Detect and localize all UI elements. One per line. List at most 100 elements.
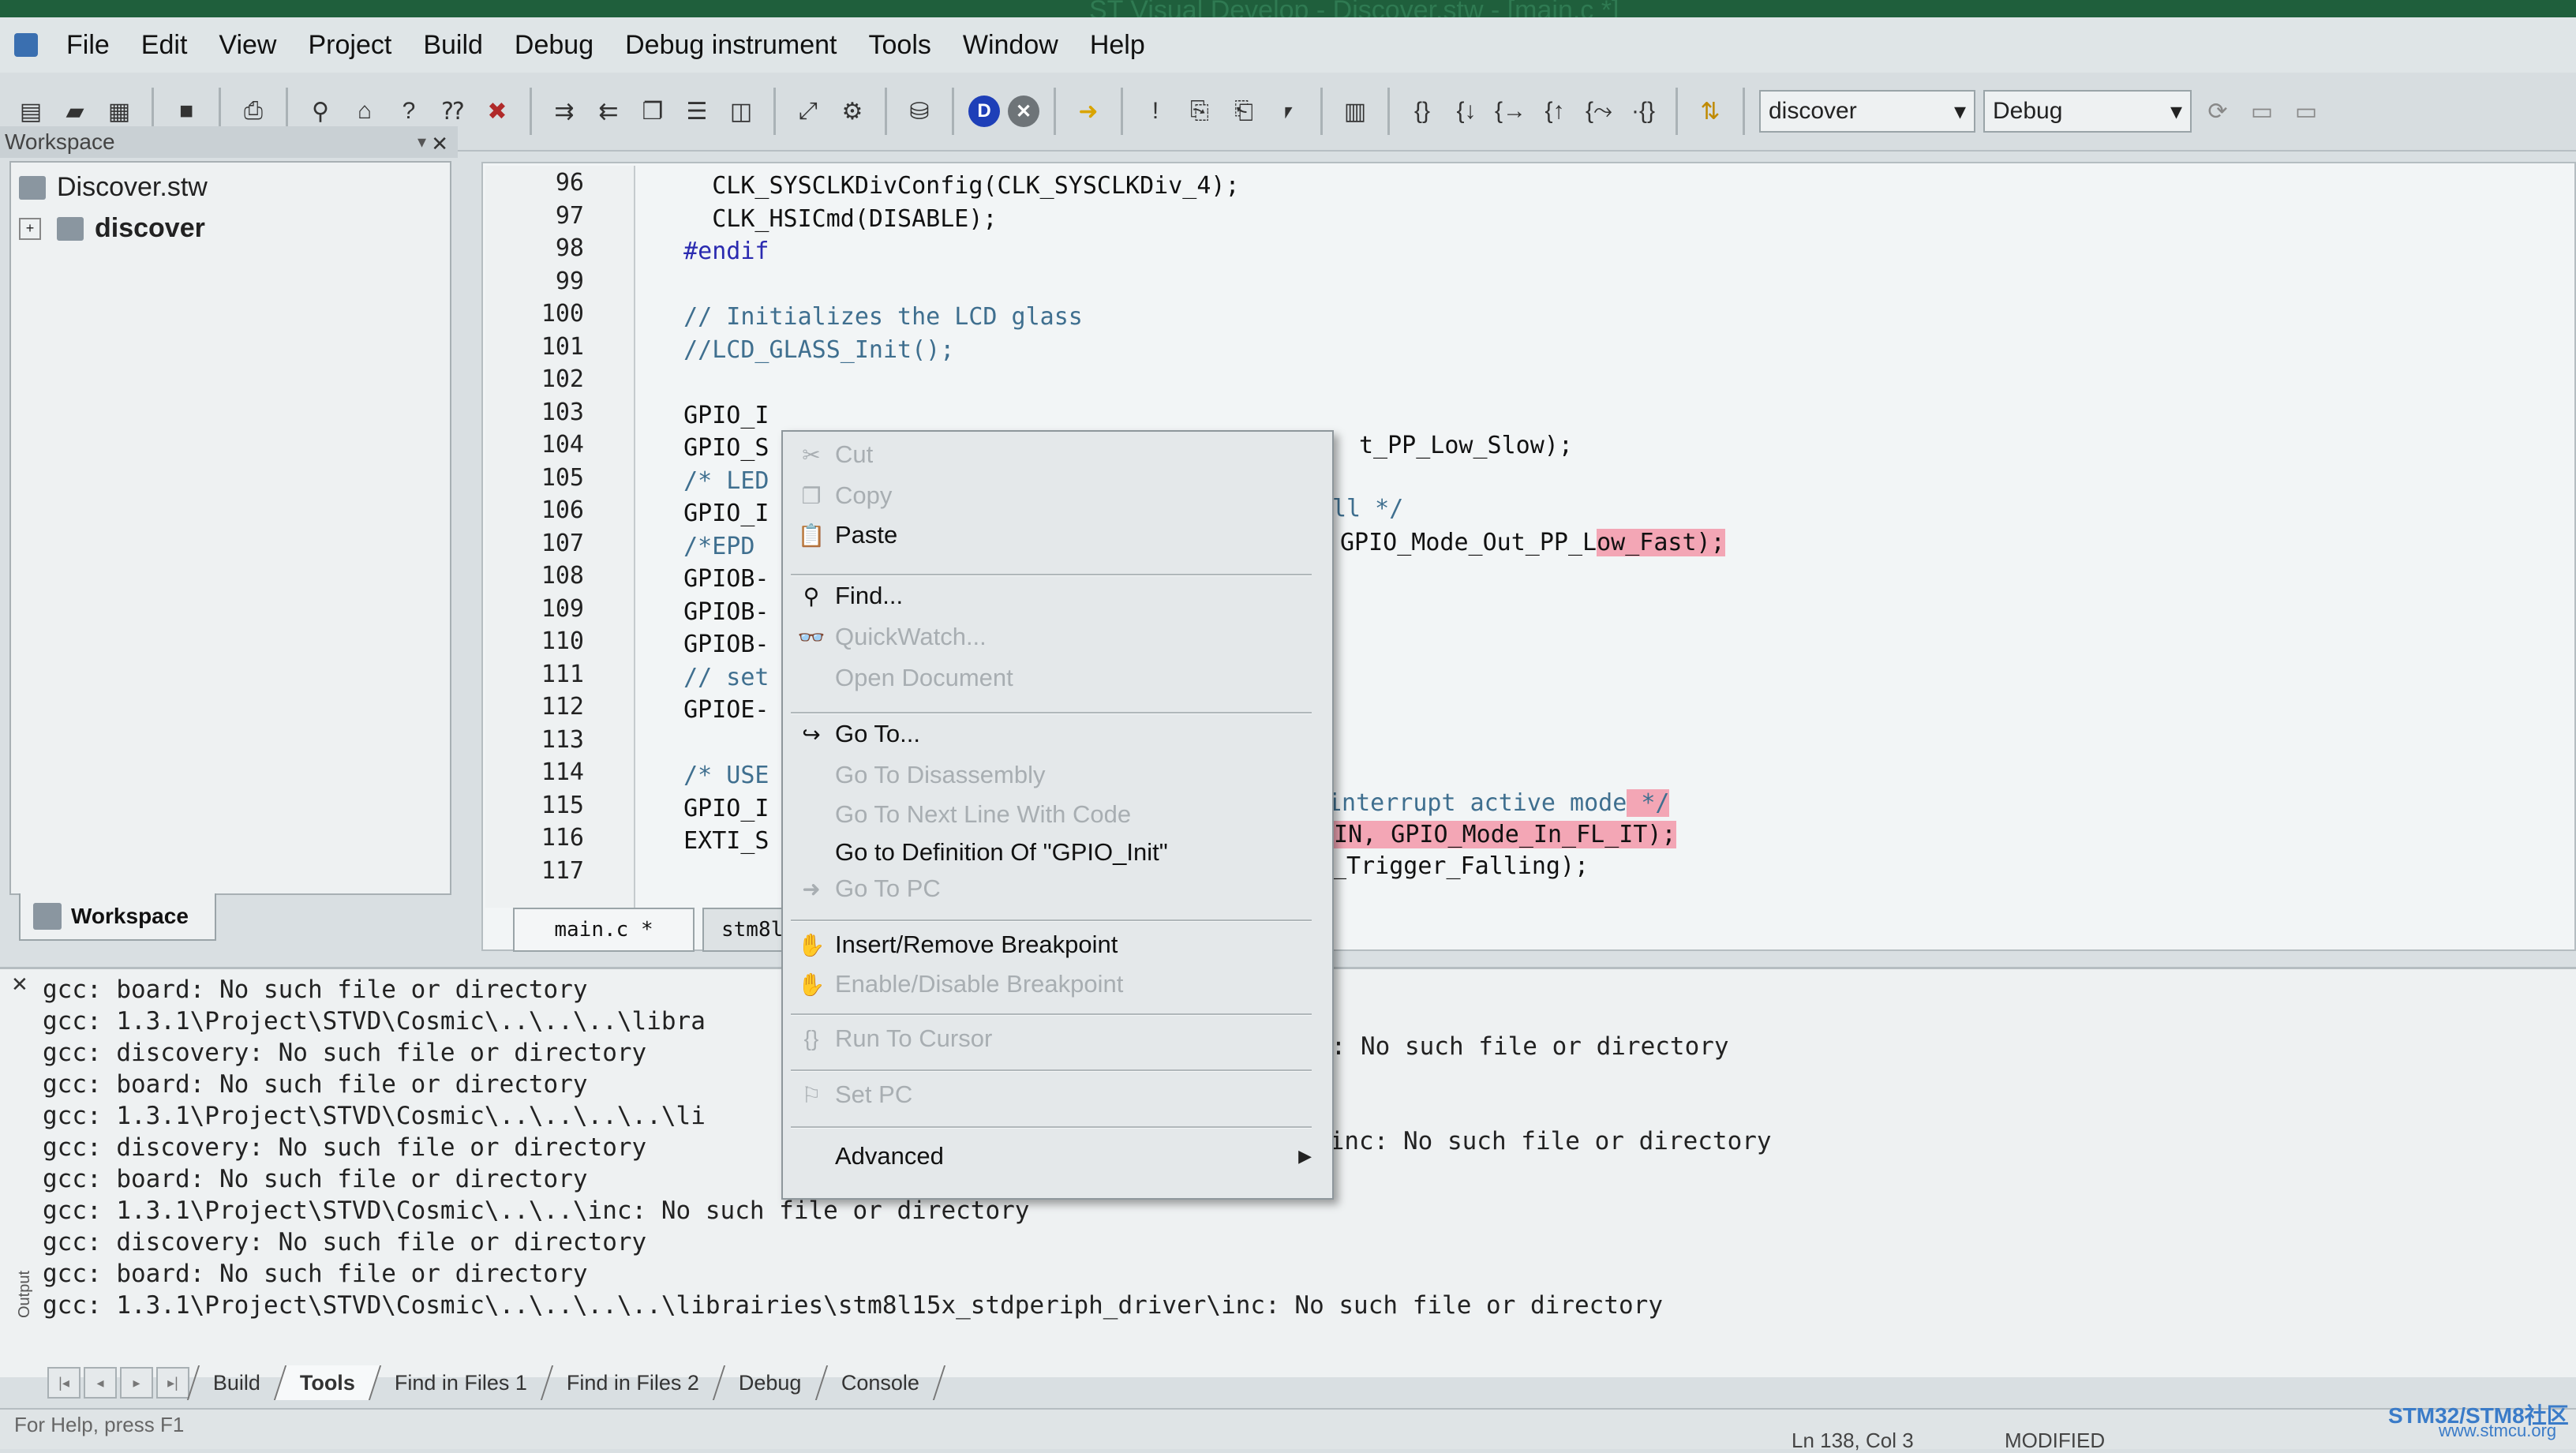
step-over-source-icon[interactable]: {→ bbox=[1492, 93, 1529, 129]
menu-item-cut[interactable]: ✂ Cut bbox=[783, 435, 1332, 474]
braces-icon[interactable]: ·{} bbox=[1625, 93, 1661, 129]
chevron-down-icon: ▾ bbox=[1953, 98, 1966, 125]
window-alt-icon[interactable]: ▭ bbox=[2288, 93, 2324, 129]
project-combo-value: discover bbox=[1769, 98, 1857, 124]
line-number: 96 bbox=[555, 169, 584, 197]
open-file-icon[interactable]: ▰ bbox=[57, 93, 93, 129]
menu-help[interactable]: Help bbox=[1074, 30, 1161, 61]
menu-window[interactable]: Window bbox=[947, 30, 1074, 61]
debug-config-icon[interactable]: ⛁ bbox=[901, 93, 938, 129]
output-tab-debug[interactable]: Debug bbox=[713, 1365, 826, 1400]
help-icon[interactable]: ? bbox=[391, 93, 427, 129]
menu-project[interactable]: Project bbox=[292, 30, 407, 61]
next-tab-icon[interactable]: ▸ bbox=[120, 1367, 153, 1399]
menu-item-run-to-cursor[interactable]: {} Run To Cursor bbox=[783, 1019, 1332, 1058]
first-tab-icon[interactable]: |◂ bbox=[47, 1367, 80, 1399]
workspace-header-label: Workspace bbox=[5, 129, 115, 154]
run-to-source-icon[interactable]: {⤳ bbox=[1581, 93, 1617, 129]
prev-tab-icon[interactable]: ◂ bbox=[84, 1367, 117, 1399]
menu-item-go-to[interactable]: ↪ Go To... bbox=[783, 714, 1332, 754]
app-icon[interactable] bbox=[14, 33, 38, 57]
workspace-tab[interactable]: Workspace bbox=[19, 893, 216, 941]
build-icon[interactable]: ⇇ bbox=[590, 93, 627, 129]
window-icon[interactable]: ▭ bbox=[2244, 93, 2280, 129]
last-tab-icon[interactable]: ▸| bbox=[156, 1367, 189, 1399]
menu-item-set-pc[interactable]: ⚐ Set PC bbox=[783, 1075, 1332, 1114]
output-tab-build[interactable]: Build bbox=[186, 1365, 286, 1400]
menu-item-open-document[interactable]: Open Document bbox=[783, 658, 1332, 698]
debug-start-icon[interactable]: D bbox=[968, 95, 1000, 127]
menu-item-paste[interactable]: 📋 Paste bbox=[783, 515, 1332, 555]
step-into-icon[interactable]: {} bbox=[1404, 93, 1440, 129]
breakpoint-icon[interactable]: ! bbox=[1137, 93, 1174, 129]
save-icon[interactable]: ■ bbox=[168, 93, 204, 129]
menu-item-go-to-pc[interactable]: ➜ Go To PC bbox=[783, 869, 1332, 908]
settings-icon[interactable]: ⚙ bbox=[834, 93, 871, 129]
pin-icon[interactable]: ▾ bbox=[417, 126, 426, 158]
find-icon[interactable]: ⚲ bbox=[302, 93, 339, 129]
menu-edit[interactable]: Edit bbox=[125, 30, 204, 61]
line-number: 101 bbox=[541, 332, 584, 361]
run-icon[interactable]: ➜ bbox=[1070, 93, 1106, 129]
new-file-icon[interactable]: ▤ bbox=[13, 93, 49, 129]
tab-main-c[interactable]: main.c * bbox=[513, 908, 695, 952]
split-vertical-icon[interactable]: ◫ bbox=[723, 93, 759, 129]
tree-item-workspace[interactable]: Discover.stw bbox=[19, 172, 208, 203]
debug-stop-icon[interactable]: ✕ bbox=[1008, 95, 1039, 127]
step-icon[interactable]: ⎘ bbox=[1181, 93, 1218, 129]
output-line: gcc: 1.3.1\Project\STVD\Cosmic\..\..\..\… bbox=[43, 1102, 706, 1130]
output-tab-find-in-files-1[interactable]: Find in Files 1 bbox=[368, 1365, 552, 1400]
menu-view[interactable]: View bbox=[203, 30, 292, 61]
home-icon[interactable]: ⌂ bbox=[346, 93, 383, 129]
menu-item-find[interactable]: ⚲ Find... bbox=[783, 576, 1332, 616]
menu-debug[interactable]: Debug bbox=[499, 30, 609, 61]
menu-bar: File Edit View Project Build Debug Debug… bbox=[0, 17, 2576, 73]
menu-item-go-to-definition[interactable]: Go to Definition Of "GPIO_Init" bbox=[783, 833, 1332, 872]
code-line: /* USE bbox=[655, 762, 769, 789]
open-workspace-icon[interactable]: ▦ bbox=[101, 93, 137, 129]
split-horizontal-icon[interactable]: ☰ bbox=[679, 93, 715, 129]
menu-item-go-to-next-line[interactable]: Go To Next Line With Code bbox=[783, 795, 1332, 834]
menu-item-advanced[interactable]: Advanced ▶ bbox=[783, 1137, 1332, 1176]
step-over-icon[interactable]: ⎗ bbox=[1226, 93, 1262, 129]
refresh-icon[interactable]: ⟳ bbox=[2200, 93, 2236, 129]
print-icon[interactable]: ⎙ bbox=[235, 93, 271, 129]
menu-item-copy[interactable]: ❐ Copy bbox=[783, 476, 1332, 515]
tool-icon[interactable]: ⤢ bbox=[790, 93, 826, 129]
menu-item-go-to-disassembly[interactable]: Go To Disassembly bbox=[783, 755, 1332, 795]
stop-help-icon[interactable]: ✖ bbox=[479, 93, 515, 129]
code-line: #endif bbox=[655, 238, 769, 265]
menu-item-insert-remove-breakpoint[interactable]: ✋ Insert/Remove Breakpoint bbox=[783, 925, 1332, 964]
toolbar-separator bbox=[1676, 88, 1678, 135]
config-combo[interactable]: Debug ▾ bbox=[1983, 90, 2192, 133]
compile-icon[interactable]: ⇉ bbox=[546, 93, 582, 129]
context-help-icon[interactable]: ⁇ bbox=[435, 93, 471, 129]
menu-item-label: Open Document bbox=[835, 664, 1013, 691]
line-number: 108 bbox=[541, 562, 584, 590]
output-tab-find-in-files-2[interactable]: Find in Files 2 bbox=[540, 1365, 724, 1400]
goto-icon: ↪ bbox=[802, 721, 821, 747]
menu-tools[interactable]: Tools bbox=[853, 30, 947, 61]
close-icon[interactable]: ✕ bbox=[11, 972, 28, 997]
reset-icon[interactable]: ⇅ bbox=[1692, 93, 1728, 129]
step-into-source-icon[interactable]: {↓ bbox=[1448, 93, 1485, 129]
tab-label: Console bbox=[841, 1370, 919, 1395]
output-tab-console[interactable]: Console bbox=[814, 1365, 945, 1400]
tree-item-project[interactable]: + discover bbox=[19, 213, 205, 244]
close-icon[interactable]: ✕ bbox=[431, 128, 448, 159]
menu-debug-instrument[interactable]: Debug instrument bbox=[609, 30, 852, 61]
watch-icon[interactable]: ▥ bbox=[1337, 93, 1373, 129]
code-fragment: PIN, GPIO_Mode_In_FL_IT); bbox=[1320, 821, 1676, 848]
menu-build[interactable]: Build bbox=[407, 30, 499, 61]
menu-item-enable-disable-breakpoint[interactable]: ✋ Enable/Disable Breakpoint bbox=[783, 964, 1332, 1004]
output-tab-tools[interactable]: Tools bbox=[273, 1365, 380, 1400]
menu-item-label: Find... bbox=[835, 582, 904, 609]
step-out-icon[interactable]: ⎖ bbox=[1270, 93, 1306, 129]
expand-icon[interactable]: + bbox=[19, 217, 41, 240]
step-out-source-icon[interactable]: {↑ bbox=[1537, 93, 1573, 129]
tree-item-label: Discover.stw bbox=[57, 172, 208, 202]
project-combo[interactable]: discover ▾ bbox=[1759, 90, 1975, 133]
rebuild-icon[interactable]: ❐ bbox=[635, 93, 671, 129]
menu-item-quickwatch[interactable]: 👓 QuickWatch... bbox=[783, 617, 1332, 657]
menu-file[interactable]: File bbox=[51, 30, 125, 61]
